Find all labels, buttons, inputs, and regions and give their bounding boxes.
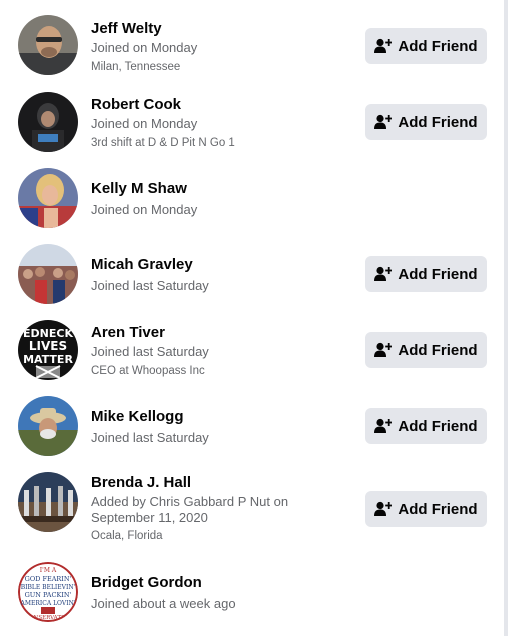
avatar[interactable] <box>18 472 78 532</box>
avatar[interactable] <box>18 396 78 456</box>
person-subtitle: Ocala, Florida <box>91 530 163 542</box>
join-status: Joined on Monday <box>91 116 198 131</box>
avatar-text: GUN PACKIN' <box>25 591 72 599</box>
list-item: Robert Cook Joined on Monday 3rd shift a… <box>0 88 504 160</box>
list-item: Micah Gravley Joined last Saturday Add F… <box>0 240 504 312</box>
person-name[interactable]: Robert Cook <box>91 96 181 113</box>
avatar-text: GOD FEARIN' <box>25 575 72 583</box>
join-status: Joined about a week ago <box>91 596 236 611</box>
avatar-text: CONSERVATIVE <box>25 615 71 621</box>
add-friend-icon <box>374 266 393 281</box>
join-status-date: September 11, 2020 <box>91 510 208 525</box>
person-name[interactable]: Bridget Gordon <box>91 574 202 591</box>
person-subtitle: 3rd shift at D & D Pit N Go 1 <box>91 137 235 149</box>
person-name[interactable]: Micah Gravley <box>91 256 193 273</box>
person-name[interactable]: Brenda J. Hall <box>91 474 191 491</box>
list-item: EDNECK LIVES MATTER Aren Tiver Joined la… <box>0 316 504 388</box>
list-item: I'M A GOD FEARIN' BIBLE BELIEVIN' GUN PA… <box>0 558 504 630</box>
person-name[interactable]: Aren Tiver <box>91 324 165 341</box>
join-status: Joined on Monday <box>91 202 198 217</box>
list-item: Kelly M Shaw Joined on Monday <box>0 164 504 236</box>
add-friend-icon <box>374 38 393 53</box>
add-friend-label: Add Friend <box>398 113 478 131</box>
add-friend-button[interactable]: Add Friend <box>365 104 487 140</box>
panel-right-border <box>504 0 508 636</box>
avatar-text: MATTER <box>23 353 73 366</box>
avatar-text: LIVES <box>29 339 67 353</box>
add-friend-label: Add Friend <box>398 500 478 518</box>
add-friend-button[interactable]: Add Friend <box>365 491 487 527</box>
person-name[interactable]: Jeff Welty <box>91 20 162 37</box>
avatar-text: BIBLE BELIEVIN' <box>21 584 76 591</box>
avatar[interactable] <box>18 168 78 228</box>
avatar-text: I'M A <box>40 567 57 574</box>
add-friend-icon <box>374 501 393 516</box>
list-item: Mike Kellogg Joined last Saturday Add Fr… <box>0 392 504 464</box>
avatar[interactable]: EDNECK LIVES MATTER <box>18 320 78 380</box>
join-status: Joined last Saturday <box>91 430 209 445</box>
join-status: Added by Chris Gabbard P Nut on <box>91 494 289 509</box>
list-item: Jeff Welty Joined on Monday Milan, Tenne… <box>0 12 504 84</box>
person-subtitle: Milan, Tennessee <box>91 61 181 73</box>
add-friend-button[interactable]: Add Friend <box>365 408 487 444</box>
add-friend-button[interactable]: Add Friend <box>365 332 487 368</box>
person-subtitle: CEO at Whoopass Inc <box>91 365 205 377</box>
add-friend-label: Add Friend <box>398 37 478 55</box>
add-friend-button[interactable]: Add Friend <box>365 256 487 292</box>
person-name[interactable]: Kelly M Shaw <box>91 180 187 197</box>
add-friend-icon <box>374 418 393 433</box>
list-item: Brenda J. Hall Added by Chris Gabbard P … <box>0 468 504 552</box>
avatar[interactable] <box>18 244 78 304</box>
person-name[interactable]: Mike Kellogg <box>91 408 184 425</box>
avatar[interactable] <box>18 15 78 75</box>
add-friend-icon <box>374 342 393 357</box>
avatar[interactable] <box>18 92 78 152</box>
add-friend-label: Add Friend <box>398 417 478 435</box>
add-friend-label: Add Friend <box>398 341 478 359</box>
add-friend-button[interactable]: Add Friend <box>365 28 487 64</box>
join-status: Joined last Saturday <box>91 278 209 293</box>
add-friend-label: Add Friend <box>398 265 478 283</box>
avatar-text: AMERICA LOVIN' <box>20 600 76 607</box>
avatar[interactable]: I'M A GOD FEARIN' BIBLE BELIEVIN' GUN PA… <box>18 562 78 622</box>
join-status: Joined last Saturday <box>91 344 209 359</box>
add-friend-icon <box>374 114 393 129</box>
join-status: Joined on Monday <box>91 40 198 55</box>
